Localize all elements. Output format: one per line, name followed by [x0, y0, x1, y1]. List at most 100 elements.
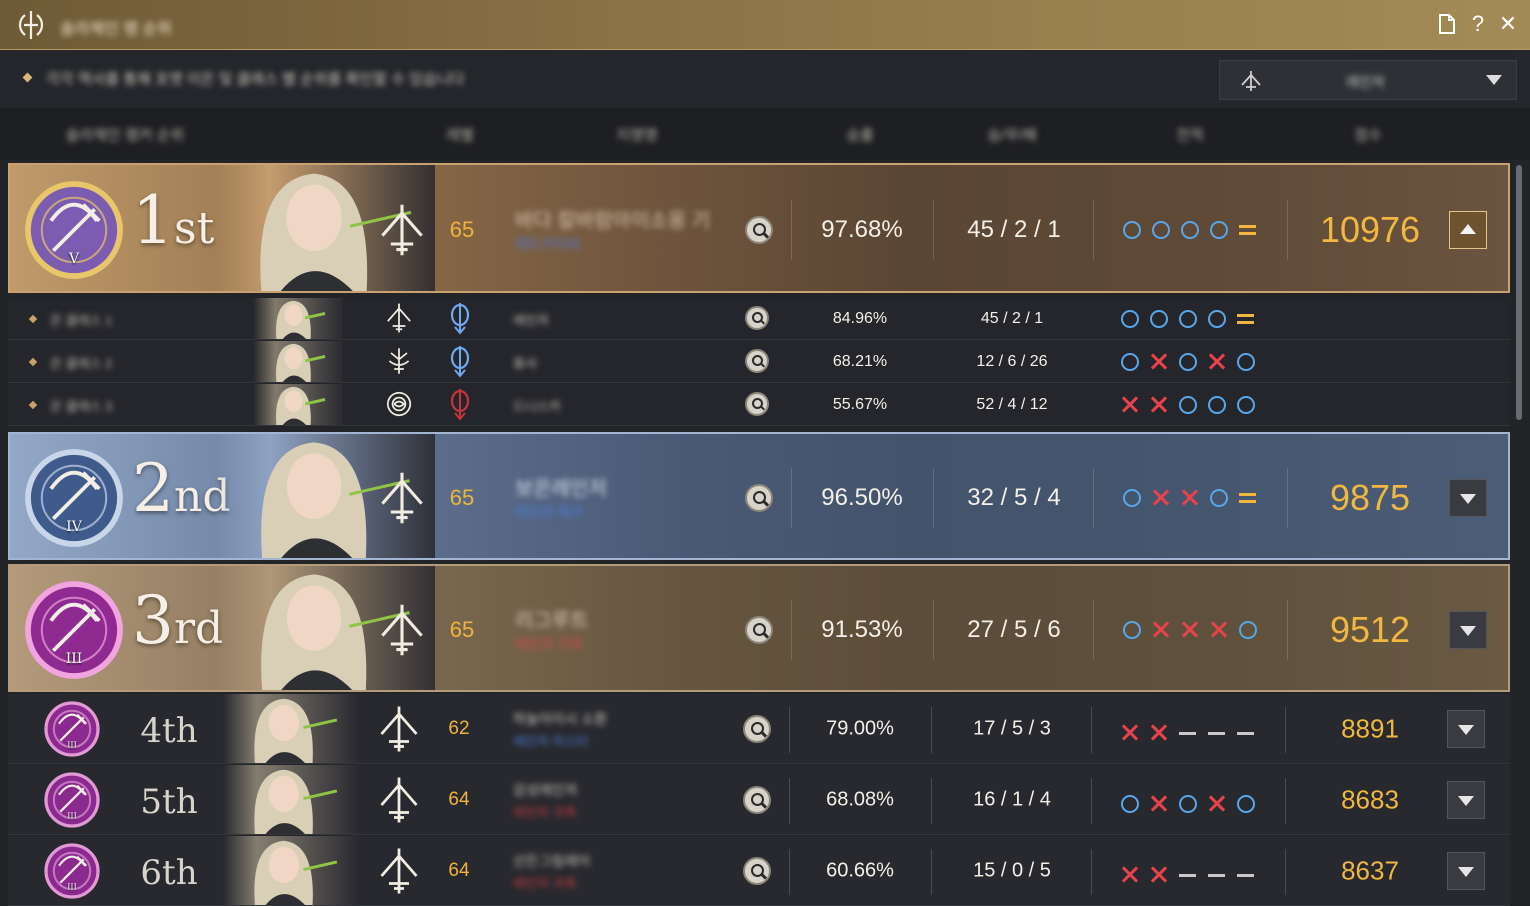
loss-cross-icon: [1119, 864, 1141, 886]
loss-cross-icon: [1206, 351, 1228, 373]
guild-name: 레인저 귀족: [513, 805, 577, 820]
ranger-class-icon: [1241, 71, 1261, 91]
rank-row-6th[interactable]: III 6th 64 산든그림레이 레인저 귀족 60.66% 15 / 0 / 5 8637: [8, 836, 1510, 906]
loss-cross-icon: [1148, 864, 1170, 886]
divider: [1287, 200, 1288, 260]
win-circle-icon: [1121, 487, 1143, 509]
win-circle-icon: [1148, 308, 1170, 330]
close-icon[interactable]: ✕: [1496, 12, 1520, 36]
scrollbar[interactable]: [1516, 165, 1522, 420]
document-icon[interactable]: [1435, 12, 1459, 36]
col-header-score: 점수: [1354, 127, 1382, 144]
win-circle-icon: [1177, 351, 1199, 373]
draw-equals-icon: [1237, 487, 1259, 509]
rank-row-2[interactable]: IV 2nd 65 보은레인저 레인저 메서 96.50% 32 / 5 / 4 9875: [8, 432, 1510, 560]
rank-medal-icon: [44, 843, 100, 899]
rank-row-5th[interactable]: III 5th 64 감성레인저 레인저 귀족 68.08% 16 / 1 / 4 8683: [8, 765, 1510, 835]
divider: [1091, 778, 1092, 824]
col-header-results: 전적: [1176, 127, 1204, 144]
member-win-rate: 68.21%: [832, 353, 888, 370]
loss-cross-icon: [1208, 619, 1230, 641]
expand-button[interactable]: [1447, 710, 1485, 748]
divider: [1285, 778, 1286, 824]
ranger-class-icon: [381, 472, 423, 524]
win-circle-icon: [1237, 619, 1259, 641]
rank-row-3[interactable]: III 3rd 65 리그루트 레인저 귀족 91.53% 27 / 5 / 6 9512: [8, 564, 1510, 692]
search-profile-icon[interactable]: [745, 216, 773, 244]
win-draw-loss: 15 / 0 / 5: [973, 859, 1051, 882]
member-name: 은 클레스 3: [50, 399, 113, 414]
win-circle-icon: [1121, 619, 1143, 641]
search-profile-icon[interactable]: [745, 484, 773, 512]
win-draw-loss: 16 / 1 / 4: [973, 788, 1051, 811]
bullet-icon: [28, 400, 38, 410]
rank-medal-icon: [44, 701, 100, 757]
member-win-rate: 55.67%: [832, 396, 888, 413]
expand-button[interactable]: [1447, 852, 1485, 890]
level-value: 62: [448, 718, 470, 739]
expand-button[interactable]: [1449, 479, 1487, 517]
win-rate: 79.00%: [826, 717, 894, 740]
player-name: 리그루트: [515, 610, 589, 632]
search-profile-icon[interactable]: [743, 857, 771, 885]
member-row[interactable]: 은 클레스 1 레인저 84.96% 45 / 2 / 1: [8, 298, 1510, 340]
bullet-icon: [22, 72, 33, 83]
member-guild: 드니스카: [513, 399, 561, 414]
divider: [1093, 600, 1094, 660]
divider: [1285, 707, 1286, 753]
rank-suffix: st: [174, 203, 215, 254]
expand-button[interactable]: [1449, 611, 1487, 649]
loss-cross-icon: [1119, 722, 1141, 744]
win-draw-loss: 27 / 5 / 6: [967, 616, 1061, 643]
ranger-class-icon: [380, 706, 418, 752]
win-circle-icon: [1177, 394, 1199, 416]
character-portrait: [223, 694, 358, 763]
search-profile-icon[interactable]: [745, 349, 769, 373]
tier-numeral: III: [67, 882, 77, 892]
level-value: 64: [448, 789, 470, 810]
win-circle-icon: [1179, 219, 1201, 241]
player-name: 산든그림레이: [513, 853, 591, 869]
score-value: 8683: [1341, 784, 1399, 815]
no-match-dash-icon: [1206, 722, 1228, 744]
win-circle-icon: [1208, 219, 1230, 241]
rank-number: 1st: [132, 188, 214, 254]
expand-button[interactable]: [1447, 781, 1485, 819]
score-value: 9512: [1329, 609, 1411, 650]
search-profile-icon[interactable]: [743, 715, 771, 743]
divider: [1287, 468, 1288, 528]
divider: [1285, 849, 1286, 895]
search-profile-icon[interactable]: [745, 616, 773, 644]
loss-cross-icon: [1150, 619, 1172, 641]
member-portrait: [253, 384, 343, 425]
search-profile-icon[interactable]: [745, 392, 769, 416]
search-profile-icon[interactable]: [745, 306, 769, 330]
loss-cross-icon: [1148, 394, 1170, 416]
rank-row-4th[interactable]: III 4th 62 하늘아이시 소환 레인저 마스터 79.00% 17 / 5 / 3 8…: [8, 694, 1510, 764]
help-icon[interactable]: ?: [1466, 12, 1490, 36]
member-row[interactable]: 은 클레스 2 용사 68.21% 12 / 6 / 26: [8, 341, 1510, 383]
divider: [791, 200, 792, 260]
ranger-class-icon: [381, 204, 423, 256]
bullet-icon: [28, 357, 38, 367]
info-hint: 각각 역사를 통해 포맷 이은 및 클래스 별 순위를 확인할 수 있습니다: [46, 71, 465, 88]
tier-numeral: III: [65, 650, 83, 667]
collapse-button[interactable]: [1449, 211, 1487, 249]
rank-row-1[interactable]: V 1st 65 바다 칼바람아이소옹 기 레드가이네 97.68% 45 / 2 / 1 1…: [8, 163, 1510, 293]
rank-digit: 1: [132, 182, 174, 259]
win-circle-icon: [1206, 394, 1228, 416]
class-filter-dropdown[interactable]: 레인저: [1219, 60, 1517, 100]
win-draw-loss: 17 / 5 / 3: [973, 717, 1051, 740]
win-draw-loss: 45 / 2 / 1: [967, 216, 1061, 243]
player-name: 감성레인저: [513, 782, 578, 798]
win-circle-icon: [1235, 793, 1257, 815]
guild-name: 레인저 메서: [515, 504, 584, 520]
tier-numeral: III: [67, 811, 77, 821]
rank-number: 6th: [140, 853, 198, 893]
member-row[interactable]: 은 클레스 3 드니스카 55.67% 52 / 4 / 12: [8, 384, 1510, 426]
member-name: 은 클레스 1: [50, 313, 113, 328]
win-circle-icon: [1119, 793, 1141, 815]
search-profile-icon[interactable]: [743, 786, 771, 814]
player-name: 보은레인저: [515, 478, 607, 500]
col-header-winrate: 승률: [846, 127, 874, 144]
